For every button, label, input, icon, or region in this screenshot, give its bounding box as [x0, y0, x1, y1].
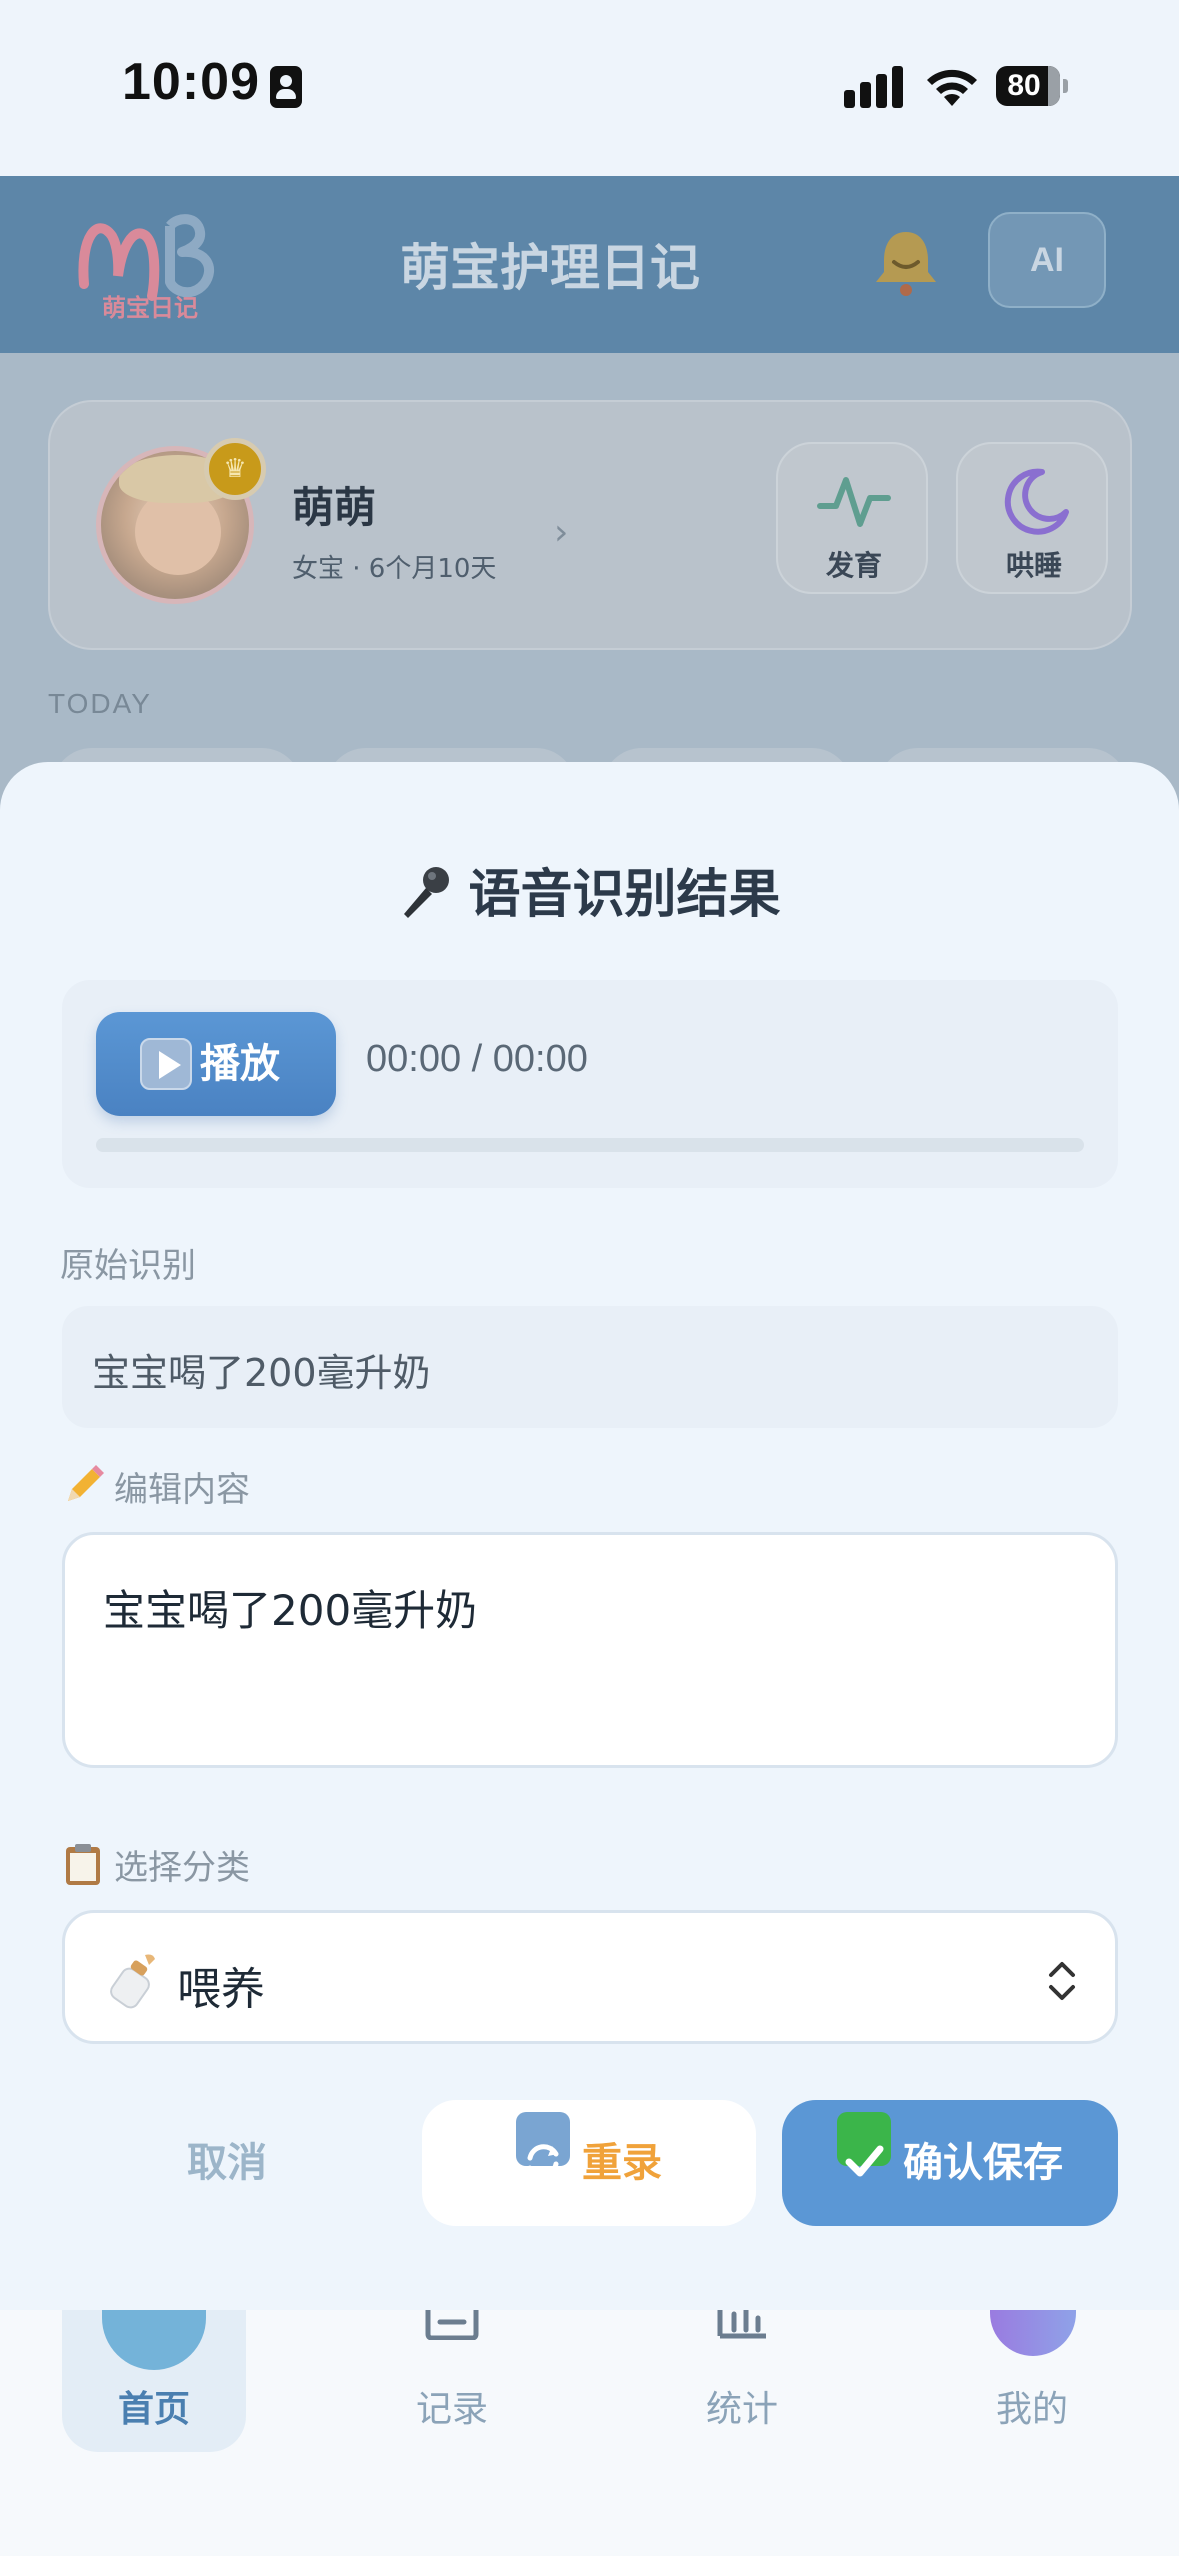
- sheet-title: 语音识别结果: [0, 852, 1179, 927]
- crown-icon: ♛: [204, 438, 266, 500]
- battery-level: 80: [1007, 69, 1041, 102]
- app-title: 萌宝护理日记: [400, 239, 700, 297]
- nav-home-label: 首页: [117, 2389, 190, 2430]
- bell-icon[interactable]: [872, 226, 940, 298]
- cancel-button[interactable]: 取消: [62, 2100, 392, 2226]
- baby-info: 女宝 · 6个月10天: [292, 554, 497, 584]
- raw-recognition-box: 宝宝喝了200毫升奶: [62, 1306, 1118, 1428]
- growth-button[interactable]: 发育: [776, 442, 928, 594]
- battery-icon: 80: [996, 66, 1060, 106]
- play-time: 00:00 / 00:00: [366, 1038, 588, 1080]
- nav-records-label: 记录: [415, 2389, 488, 2430]
- today-label: TODAY: [48, 688, 152, 719]
- status-bar: 10:09 80: [0, 0, 1179, 176]
- baby-name: 萌萌: [292, 483, 377, 532]
- category-label: 选择分类: [60, 1840, 250, 1889]
- re-record-button[interactable]: 重录: [422, 2100, 756, 2226]
- nav-me-label: 我的: [995, 2389, 1068, 2430]
- check-mark-icon: [837, 2112, 891, 2177]
- sheet-title-text: 语音识别结果: [468, 865, 781, 925]
- moon-icon: [1004, 468, 1069, 535]
- category-select[interactable]: 喂养: [62, 1910, 1118, 2044]
- activity-icon: [817, 477, 891, 527]
- chevron-right-icon: ›: [554, 512, 569, 553]
- raw-recognition-text: 宝宝喝了200毫升奶: [92, 1351, 431, 1395]
- nav-me[interactable]: 我的: [942, 2310, 1122, 2510]
- nav-stats[interactable]: 统计: [652, 2310, 832, 2510]
- category-value: 喂养: [177, 1964, 265, 2015]
- baby-profile-card[interactable]: ♛ 萌萌 女宝 · 6个月10天 › 发育 哄睡: [48, 400, 1132, 650]
- edit-content-label-text: 编辑内容: [114, 1470, 250, 1510]
- nav-records[interactable]: 记录: [362, 2310, 542, 2510]
- raw-recognition-label: 原始识别: [60, 1246, 196, 1286]
- logo-text: 萌宝日记: [102, 294, 198, 322]
- play-button[interactable]: 播放: [96, 1012, 336, 1116]
- cellular-signal-icon: [844, 66, 906, 108]
- baby-bottle-icon: [110, 1954, 155, 2009]
- play-icon: [140, 1038, 192, 1090]
- growth-label: 发育: [825, 549, 882, 582]
- status-time: 10:09: [122, 53, 260, 111]
- microphone-icon: [404, 867, 450, 918]
- edit-content-text: 宝宝喝了200毫升奶: [103, 1586, 478, 1635]
- edit-content-textarea[interactable]: 宝宝喝了200毫升奶: [62, 1532, 1118, 1768]
- chevron-up-down-icon: [1049, 1962, 1075, 2000]
- audio-player: 播放 00:00 / 00:00: [62, 980, 1118, 1188]
- nav-home[interactable]: 首页: [64, 2310, 244, 2510]
- ai-button[interactable]: AI: [988, 212, 1106, 308]
- confirm-save-label: 确认保存: [903, 2140, 1063, 2186]
- sleep-button[interactable]: 哄睡: [956, 442, 1108, 594]
- re-record-label: 重录: [582, 2140, 662, 2186]
- contact-card-icon: [270, 66, 302, 108]
- nav-stats-label: 统计: [705, 2389, 778, 2430]
- sleep-label: 哄睡: [1005, 549, 1062, 582]
- play-label: 播放: [200, 1041, 280, 1087]
- edit-content-label: 编辑内容: [60, 1462, 250, 1511]
- app-header: 萌宝日记 萌宝护理日记 AI: [0, 176, 1179, 353]
- refresh-icon: [516, 2112, 570, 2178]
- bottom-nav: 首页 记录 统计 我的: [0, 2300, 1179, 2556]
- pencil-icon: [68, 1465, 104, 1501]
- wifi-icon: [927, 69, 977, 106]
- category-label-text: 选择分类: [114, 1848, 250, 1888]
- clipboard-icon: [66, 1844, 100, 1885]
- confirm-save-button[interactable]: 确认保存: [782, 2100, 1118, 2226]
- playback-progress[interactable]: [96, 1138, 1084, 1152]
